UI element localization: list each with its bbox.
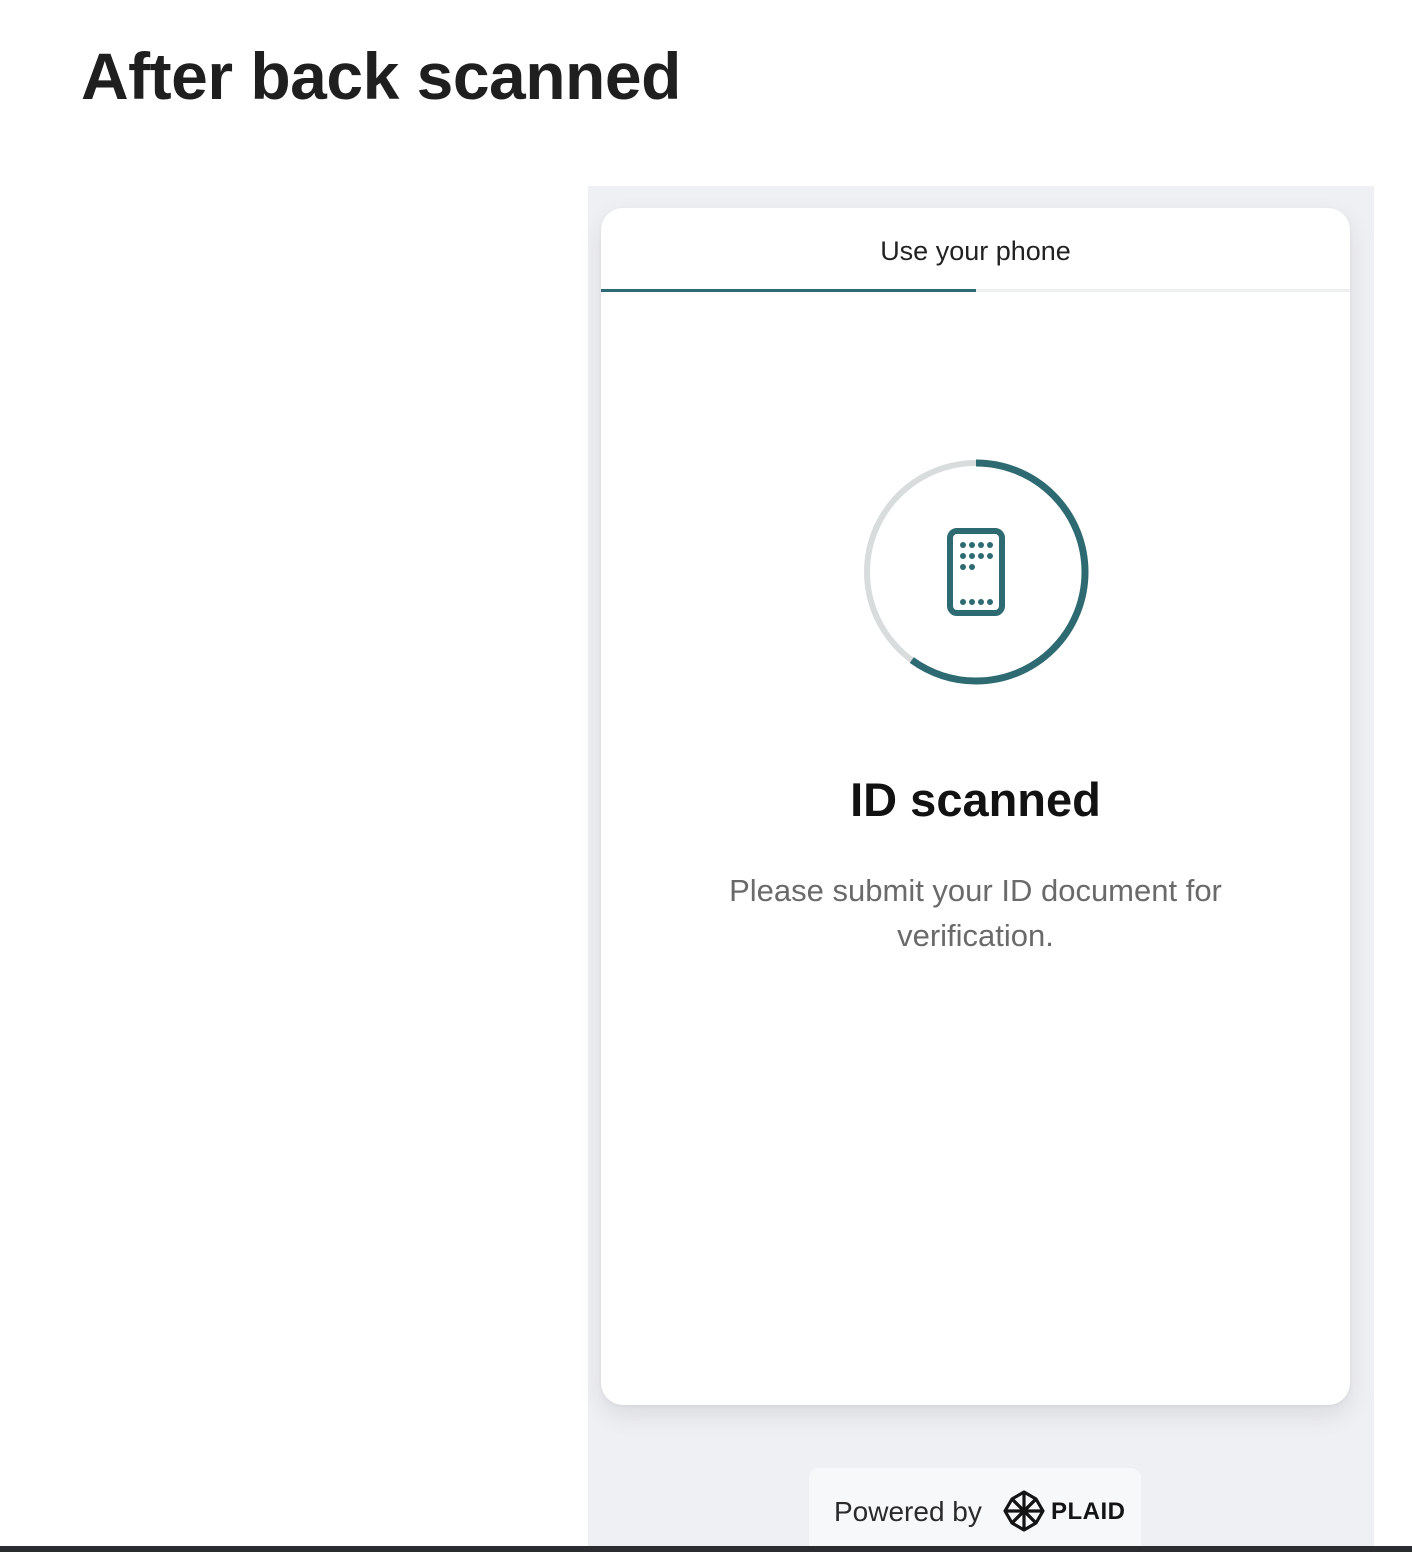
tab-progress-indicator bbox=[601, 289, 976, 292]
phone-icon bbox=[947, 528, 1005, 616]
status-title: ID scanned bbox=[850, 773, 1101, 826]
page-heading: After back scanned bbox=[81, 39, 681, 113]
status-message: Please submit your ID document for verif… bbox=[729, 873, 1222, 953]
plaid-wordmark: PLAID bbox=[1051, 1498, 1126, 1525]
plaid-logo-icon bbox=[1003, 1490, 1045, 1532]
powered-by-label: Powered by bbox=[834, 1496, 982, 1527]
verification-frame: Use your phone ID scanned Please submit … bbox=[588, 186, 1374, 1552]
verification-card: Use your phone ID scanned Please submit … bbox=[601, 208, 1350, 1405]
powered-by-plaid-badge[interactable]: Powered by PLAID bbox=[809, 1468, 1141, 1552]
page: { "page": { "heading": "After back scann… bbox=[0, 0, 1412, 1552]
status-progress-ring bbox=[862, 458, 1090, 686]
window-bottom-border bbox=[0, 1546, 1412, 1552]
tab-progress-track bbox=[601, 289, 1350, 292]
tab-label: Use your phone bbox=[880, 236, 1071, 266]
tab-use-your-phone[interactable]: Use your phone bbox=[601, 208, 1350, 292]
